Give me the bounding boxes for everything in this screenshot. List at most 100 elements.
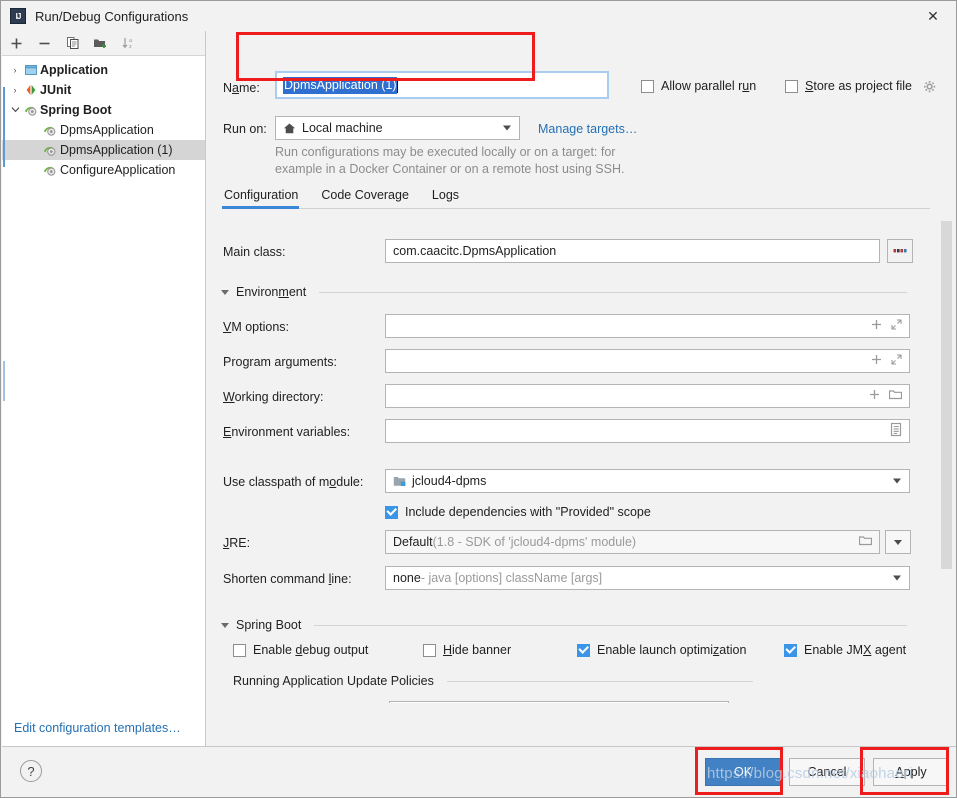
jre-value: Default: [393, 535, 433, 549]
plus-icon[interactable]: [871, 319, 882, 333]
configurations-tree[interactable]: › Application › JUnit Spring Boot DpmsAp…: [2, 56, 205, 180]
vm-options-input[interactable]: [385, 314, 910, 338]
jre-dropdown-button[interactable]: [885, 530, 911, 554]
name-label-post: me:: [238, 81, 260, 95]
name-input[interactable]: DpmsApplication (1): [275, 71, 609, 99]
plus-icon[interactable]: [871, 354, 882, 368]
add-configuration-button[interactable]: [8, 35, 25, 52]
run-on-hint: Run configurations may be executed local…: [275, 144, 715, 178]
enable-launch-optimization-label: Enable launch optimization: [597, 643, 747, 657]
cancel-button[interactable]: Cancel: [789, 758, 865, 786]
section-divider: [446, 680, 753, 682]
copy-configuration-button[interactable]: [64, 35, 81, 52]
chevron-down-icon[interactable]: [221, 622, 229, 628]
tab-configuration[interactable]: Configuration: [221, 188, 307, 209]
tree-item-junit[interactable]: › JUnit: [2, 80, 205, 100]
chevron-down-icon[interactable]: [503, 125, 511, 131]
checkbox-box[interactable]: [577, 643, 590, 657]
section-divider: [319, 291, 907, 293]
gear-icon[interactable]: [923, 80, 937, 97]
tree-item-dpmsapplication[interactable]: DpmsApplication: [2, 120, 205, 140]
update-policies-section-label: Running Application Update Policies: [233, 674, 434, 688]
tree-item-label: DpmsApplication: [60, 123, 154, 137]
dialog-footer: ? OK Cancel Apply: [2, 746, 956, 796]
tree-item-label: Application: [40, 63, 109, 77]
chevron-down-icon[interactable]: [894, 539, 902, 545]
spring-boot-section-label: Spring Boot: [236, 618, 302, 632]
main-class-input[interactable]: com.caacitc.DpmsApplication: [385, 239, 880, 263]
checkbox-box[interactable]: [784, 643, 797, 657]
hide-banner-label: Hide banner: [443, 643, 512, 657]
list-icon[interactable]: [890, 422, 902, 440]
home-icon: [283, 122, 296, 135]
enable-launch-optimization-checkbox[interactable]: Enable launch optimization: [577, 643, 746, 657]
sort-az-icon[interactable]: a z: [120, 35, 137, 52]
chevron-right-icon[interactable]: ›: [8, 85, 22, 95]
checkbox-box[interactable]: [233, 643, 246, 657]
tab-logs[interactable]: Logs: [431, 188, 468, 208]
enable-debug-output-checkbox[interactable]: Enable debug output: [233, 643, 368, 657]
checkbox-box[interactable]: [785, 79, 798, 93]
tree-item-application[interactable]: › Application: [2, 60, 205, 80]
include-provided-dependencies-checkbox[interactable]: Include dependencies with "Provided" sco…: [385, 505, 651, 519]
checkbox-box[interactable]: [641, 79, 654, 93]
ok-button[interactable]: OK: [705, 758, 781, 786]
working-directory-input[interactable]: [385, 384, 910, 408]
main-class-label: Main class:: [223, 245, 286, 259]
expand-icon[interactable]: [891, 319, 902, 333]
manage-targets-link[interactable]: Manage targets…: [538, 122, 637, 136]
program-arguments-input[interactable]: [385, 349, 910, 373]
junit-icon: [22, 83, 39, 97]
hide-banner-checkbox[interactable]: Hide banner: [423, 643, 511, 657]
chevron-down-icon[interactable]: [893, 575, 901, 581]
edit-configuration-templates-link[interactable]: Edit configuration templates…: [14, 721, 181, 735]
chevron-down-icon[interactable]: [8, 105, 22, 116]
tree-item-dpmsapplication-1[interactable]: DpmsApplication (1): [2, 140, 205, 160]
checkbox-box[interactable]: [423, 643, 436, 657]
chevron-down-icon[interactable]: [221, 289, 229, 295]
chevron-right-icon[interactable]: ›: [8, 65, 22, 75]
name-input-inner: DpmsApplication (1): [279, 74, 607, 96]
folder-icon[interactable]: [858, 535, 873, 549]
shorten-command-line-label: Shorten command line:: [223, 572, 352, 586]
help-button[interactable]: ?: [20, 760, 42, 782]
shorten-command-line-value: none: [393, 571, 421, 585]
program-arguments-icons: [871, 354, 902, 368]
allow-parallel-run-checkbox[interactable]: Allow parallel run: [641, 79, 756, 93]
jre-label: JRE:: [223, 536, 251, 550]
folder-add-icon[interactable]: [92, 35, 109, 52]
enable-jmx-agent-checkbox[interactable]: Enable JMX agent: [784, 643, 906, 657]
shorten-command-line-combobox[interactable]: none - java [options] className [args]: [385, 566, 910, 590]
jre-input[interactable]: Default (1.8 - SDK of 'jcloud4-dpms' mod…: [385, 530, 880, 554]
main-class-browse-button[interactable]: [887, 239, 913, 263]
spring-boot-icon: [41, 143, 58, 157]
on-update-action-combobox[interactable]: Do nothing: [389, 701, 729, 703]
expand-icon[interactable]: [891, 354, 902, 368]
chevron-down-icon[interactable]: [893, 478, 901, 484]
store-as-project-file-label: Store as project file: [805, 79, 913, 93]
use-classpath-of-module-combobox[interactable]: jcloud4-dpms: [385, 469, 910, 493]
enable-jmx-agent-label: Enable JMX agent: [804, 643, 907, 657]
run-on-combobox[interactable]: Local machine: [275, 116, 520, 140]
environment-variables-input[interactable]: [385, 419, 910, 443]
run-on-hint-line2: example in a Docker Container or on a re…: [275, 162, 625, 176]
configuration-editor-panel: Name: DpmsApplication (1) Allow parallel…: [207, 31, 955, 748]
checkbox-box[interactable]: [385, 505, 398, 519]
environment-section-header[interactable]: Environment: [221, 285, 907, 299]
vertical-scrollbar[interactable]: [941, 221, 952, 569]
store-as-project-file-checkbox[interactable]: Store as project file: [785, 79, 912, 93]
spring-boot-section-header[interactable]: Spring Boot: [221, 618, 907, 632]
tree-item-spring-boot[interactable]: Spring Boot: [2, 100, 205, 120]
vm-options-icons: [871, 319, 902, 333]
plus-icon[interactable]: [869, 389, 880, 403]
remove-configuration-button[interactable]: [36, 35, 53, 52]
environment-variables-icons: [890, 422, 902, 440]
vm-options-label: VM options:: [223, 320, 290, 334]
tree-item-configureapplication[interactable]: ConfigureApplication: [2, 160, 205, 180]
close-icon[interactable]: ✕: [910, 1, 956, 31]
window-title: Run/Debug Configurations: [35, 8, 189, 24]
tab-code-coverage[interactable]: Code Coverage: [320, 188, 418, 208]
folder-icon[interactable]: [888, 389, 903, 403]
run-debug-configurations-dialog: IJ Run/Debug Configurations ✕ a z › Appl…: [0, 0, 957, 798]
apply-button[interactable]: Apply: [873, 758, 949, 786]
